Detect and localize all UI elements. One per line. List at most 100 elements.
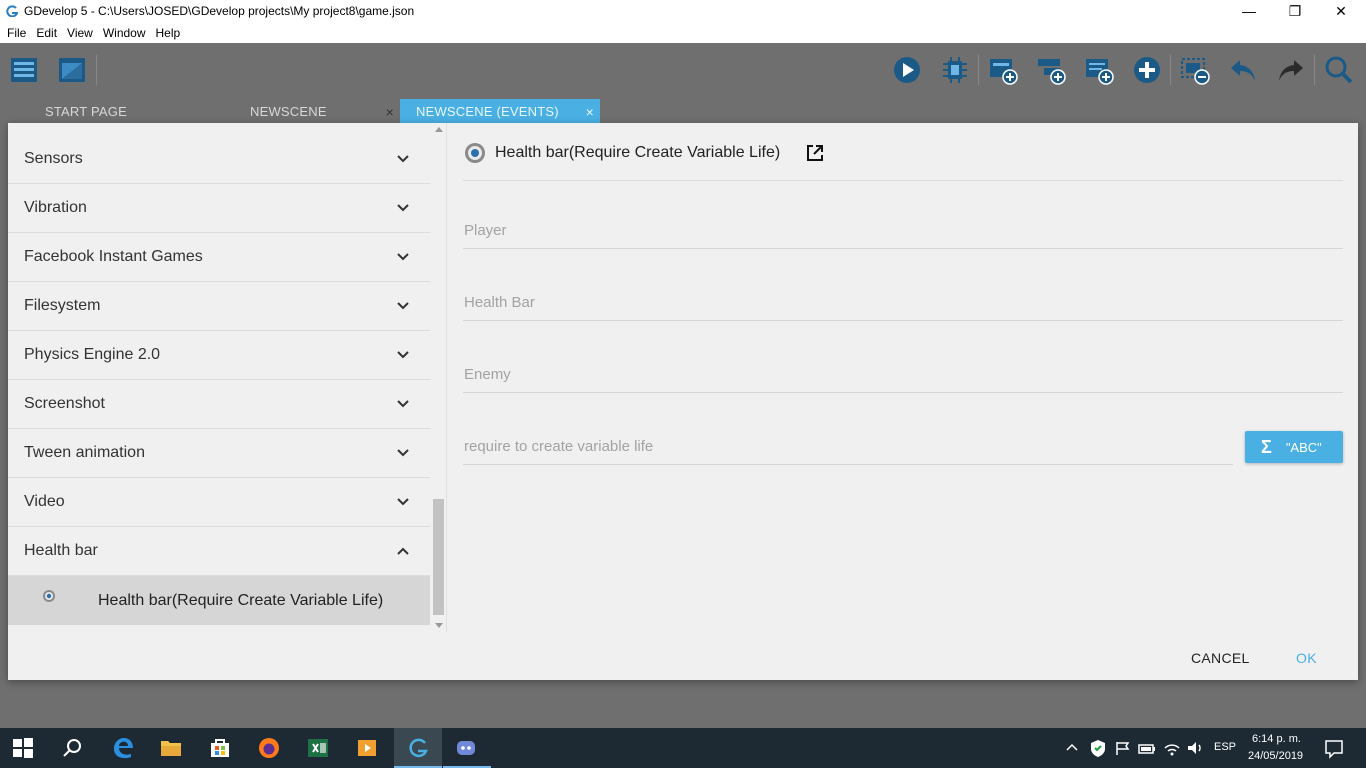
security-shield-icon[interactable] — [1088, 736, 1108, 760]
debugger-icon[interactable] — [940, 55, 970, 85]
dialog-actions: CANCEL OK — [8, 632, 1358, 680]
windows-start-icon[interactable] — [12, 737, 34, 759]
search-icon[interactable] — [1324, 55, 1354, 85]
param-field-player[interactable]: Player — [463, 213, 1343, 249]
menu-window[interactable]: Window — [98, 26, 151, 40]
chevron-down-icon — [397, 351, 409, 359]
preview-play-icon[interactable] — [892, 55, 922, 85]
list-item-facebook-instant-games[interactable]: Facebook Instant Games — [8, 233, 430, 282]
wifi-icon[interactable] — [1161, 736, 1183, 760]
gear-icon — [43, 590, 55, 602]
close-window-button[interactable]: ✕ — [1318, 0, 1364, 22]
tab-close-icon[interactable]: × — [586, 104, 594, 120]
param-placeholder: require to create variable life — [464, 438, 654, 455]
store-icon[interactable] — [208, 736, 232, 760]
gdevelop-logo-icon — [6, 5, 18, 17]
param-field-enemy[interactable]: Enemy — [463, 357, 1343, 393]
clock-date[interactable]: 24/05/2019 — [1248, 750, 1303, 762]
instruction-editor-dialog: Sensors Vibration Facebook Instant Games… — [8, 123, 1358, 680]
list-item-label: Facebook Instant Games — [24, 248, 203, 265]
toolbar-separator — [1170, 55, 1171, 85]
scrollbar-thumb[interactable] — [433, 499, 444, 615]
param-field-health-bar[interactable]: Health Bar — [463, 285, 1343, 321]
menu-help[interactable]: Help — [151, 26, 186, 40]
redo-icon[interactable] — [1276, 55, 1306, 85]
expression-button-label: "ABC" — [1285, 439, 1322, 455]
list-item-physics-engine[interactable]: Physics Engine 2.0 — [8, 331, 430, 380]
tab-label: START PAGE — [45, 103, 127, 119]
battery-icon[interactable] — [1137, 736, 1157, 760]
tab-newscene[interactable]: NEWSCENE × — [200, 99, 400, 123]
instruction-parameters-panel: Health bar(Require Create Variable Life)… — [446, 123, 1358, 632]
tab-close-icon[interactable]: × — [386, 104, 394, 120]
add-other-icon[interactable] — [1132, 55, 1162, 85]
instruction-header: Health bar(Require Create Variable Life) — [463, 123, 1343, 181]
menu-file[interactable]: File — [2, 26, 31, 40]
list-item-label: Video — [24, 493, 65, 510]
excel-icon[interactable] — [306, 736, 330, 760]
minimize-button[interactable]: — — [1226, 0, 1272, 22]
tab-newscene-events[interactable]: NEWSCENE (EVENTS) × — [400, 99, 600, 123]
language-indicator[interactable]: ESP — [1214, 741, 1236, 753]
list-item-filesystem[interactable]: Filesystem — [8, 282, 430, 331]
action-center-flag-icon[interactable] — [1113, 736, 1133, 760]
scene-icon[interactable] — [57, 55, 87, 85]
firefox-icon[interactable] — [257, 736, 281, 760]
media-player-icon[interactable] — [355, 736, 379, 760]
window-title-bar: GDevelop 5 - C:\Users\JOSED\GDevelop pro… — [0, 0, 1366, 22]
menu-edit[interactable]: Edit — [31, 26, 62, 40]
expression-editor-button[interactable]: Σ "ABC" — [1245, 431, 1343, 463]
scroll-down-icon[interactable] — [435, 623, 443, 628]
list-item-label: Sensors — [24, 150, 83, 167]
search-icon[interactable] — [61, 736, 85, 760]
cancel-button[interactable]: CANCEL — [1191, 650, 1250, 666]
gear-icon — [465, 143, 485, 163]
param-placeholder: Enemy — [464, 366, 511, 383]
open-in-new-icon[interactable] — [805, 143, 825, 163]
list-item-video[interactable]: Video — [8, 478, 430, 527]
ok-button[interactable]: OK — [1296, 650, 1317, 666]
list-item-label: Tween animation — [24, 444, 145, 461]
volume-icon[interactable] — [1185, 736, 1205, 760]
toolbar-separator — [1314, 55, 1315, 85]
project-manager-icon[interactable] — [9, 55, 39, 85]
chevron-down-icon — [397, 155, 409, 163]
list-item-health-bar[interactable]: Health bar — [8, 527, 430, 576]
list-scrollbar[interactable] — [431, 123, 446, 632]
clock-time[interactable]: 6:14 p. m. — [1252, 733, 1301, 745]
windows-taskbar: ESP 6:14 p. m. 24/05/2019 — [0, 728, 1366, 768]
notifications-icon[interactable] — [1322, 736, 1346, 760]
discord-icon[interactable] — [454, 736, 478, 760]
toolbar-separator — [978, 55, 979, 85]
list-item-label: Physics Engine 2.0 — [24, 346, 161, 363]
menu-bar: File Edit View Window Help — [0, 22, 1366, 43]
param-placeholder: Player — [464, 222, 507, 239]
add-event-icon[interactable] — [988, 55, 1018, 85]
list-item-sensors[interactable]: Sensors — [8, 135, 430, 184]
gdevelop-taskbar-icon[interactable] — [406, 736, 430, 760]
menu-view[interactable]: View — [62, 26, 98, 40]
scroll-up-icon[interactable] — [435, 127, 443, 132]
file-explorer-icon[interactable] — [159, 736, 183, 760]
list-item-vibration[interactable]: Vibration — [8, 184, 430, 233]
show-hidden-icons-icon[interactable] — [1064, 736, 1080, 760]
toolbar — [0, 43, 1366, 99]
param-field-string[interactable]: require to create variable life — [463, 429, 1233, 465]
undo-icon[interactable] — [1228, 55, 1258, 85]
editor-tabs: START PAGE NEWSCENE × NEWSCENE (EVENTS) … — [0, 99, 1366, 123]
delete-icon[interactable] — [1180, 55, 1210, 85]
list-item-tween-animation[interactable]: Tween animation — [8, 429, 430, 478]
chevron-down-icon — [397, 253, 409, 261]
list-item-label: Screenshot — [24, 395, 105, 412]
restore-button[interactable]: ❐ — [1272, 0, 1318, 22]
chevron-down-icon — [397, 498, 409, 506]
add-comment-icon[interactable] — [1084, 55, 1114, 85]
list-item-selected-instruction[interactable]: Health bar(Require Create Variable Life) — [8, 576, 430, 625]
list-item-label: Health bar — [24, 542, 98, 559]
edge-browser-icon[interactable] — [111, 736, 135, 760]
add-subevent-icon[interactable] — [1036, 55, 1066, 85]
sigma-icon: Σ — [1261, 436, 1272, 457]
list-item-screenshot[interactable]: Screenshot — [8, 380, 430, 429]
tab-start-page[interactable]: START PAGE — [0, 99, 200, 123]
list-item-label: Health bar(Require Create Variable Life) — [98, 592, 384, 609]
